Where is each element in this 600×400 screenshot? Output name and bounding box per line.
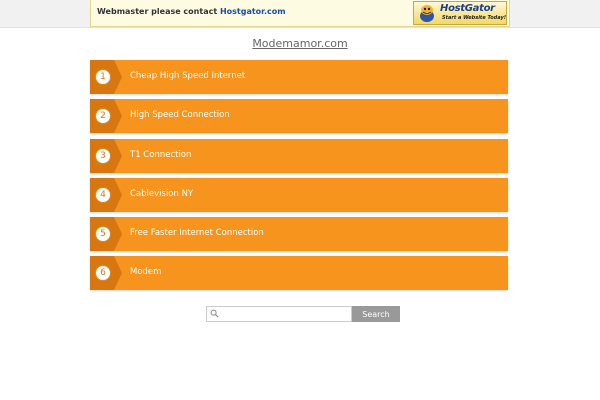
related-links-list: 1 Cheap High Speed Internet 2 High Speed… <box>90 60 508 296</box>
number-badge: 2 <box>90 99 124 134</box>
notice-text: Webmaster please contact Hostgator.com <box>97 7 286 16</box>
link-label: T1 Connection <box>130 149 192 160</box>
link-label: Modem <box>130 267 162 278</box>
search-icon <box>210 309 219 318</box>
related-link-2[interactable]: 2 High Speed Connection <box>90 99 508 134</box>
badge-number: 3 <box>95 147 111 164</box>
hostgator-tagline: Start a Website Today! <box>442 15 506 21</box>
badge-number: 1 <box>95 69 111 85</box>
related-link-1[interactable]: 1 Cheap High Speed Internet <box>90 60 508 94</box>
hostgator-logo[interactable]: HostGator Start a Website Today! <box>413 1 507 25</box>
related-link-5[interactable]: 5 Free Faster Internet Connection <box>90 217 508 252</box>
gator-mascot-icon <box>420 5 434 22</box>
hostgator-link[interactable]: Hostgator.com <box>220 7 286 16</box>
number-badge: 4 <box>90 177 124 212</box>
related-link-6[interactable]: 6 Modem <box>90 256 508 291</box>
number-badge: 6 <box>90 256 124 291</box>
link-label: High Speed Connection <box>130 110 230 121</box>
top-bar: Webmaster please contact Hostgator.com H… <box>0 0 600 28</box>
number-badge: 3 <box>90 138 124 173</box>
link-label: Cablevision NY <box>130 188 194 199</box>
number-badge: 5 <box>90 217 124 252</box>
related-link-3[interactable]: 3 T1 Connection <box>90 138 508 173</box>
search-form: Search <box>206 306 400 322</box>
link-label: Free Faster Internet Connection <box>130 228 264 239</box>
parking-notice: Webmaster please contact Hostgator.com H… <box>90 0 510 27</box>
badge-number: 4 <box>95 186 111 203</box>
search-button[interactable]: Search <box>352 306 400 322</box>
related-link-4[interactable]: 4 Cablevision NY <box>90 177 508 212</box>
notice-message: Webmaster please contact <box>97 7 220 16</box>
hostgator-name: HostGator <box>440 3 495 14</box>
number-badge: 1 <box>90 60 124 94</box>
site-title[interactable]: Modemamor.com <box>0 37 600 50</box>
search-input[interactable] <box>206 306 352 322</box>
link-label: Cheap High Speed Internet <box>130 71 246 81</box>
